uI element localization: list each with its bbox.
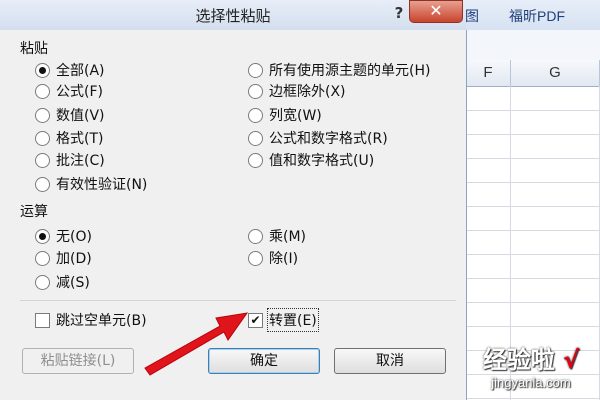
watermark-check: √: [563, 346, 580, 374]
watermark: 经验啦 √ jingyanla.com: [462, 340, 600, 390]
watermark-url: jingyanla.com: [491, 375, 571, 390]
watermark-text: 经验啦: [482, 346, 555, 374]
